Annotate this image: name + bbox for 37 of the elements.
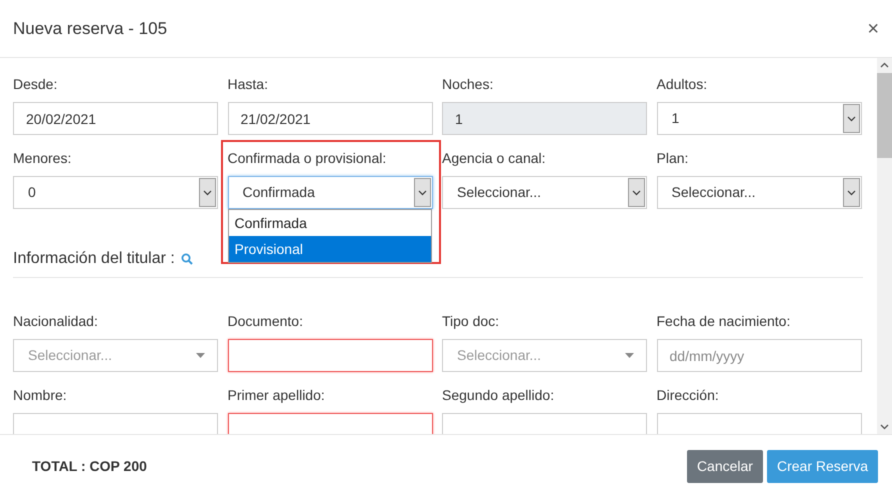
total-text: TOTAL : COP 200 (32, 456, 147, 476)
select-field[interactable]: 0 (13, 176, 218, 209)
field-label: Fecha de nacimiento: (656, 312, 792, 331)
input-field[interactable]: dd/mm/yyyy (656, 339, 862, 372)
caret-icon (196, 353, 205, 358)
caret-icon (625, 353, 634, 358)
field-label: Menores: (13, 149, 72, 168)
field-label: Hasta: (228, 75, 269, 94)
field-label: Adultos: (656, 75, 708, 94)
search-icon[interactable] (180, 253, 193, 265)
input-field[interactable] (228, 339, 432, 372)
scroll-thumb[interactable] (877, 73, 892, 158)
cancel-button[interactable]: Cancelar (686, 450, 763, 482)
select-field[interactable]: Confirmada (228, 176, 432, 209)
field-label: Agencia o canal: (442, 149, 547, 168)
field-label: Documento: (228, 312, 304, 331)
input-field[interactable]: 20/02/2021 (13, 102, 218, 135)
section-title: Información del titular : (13, 249, 175, 269)
field-label: Plan: (656, 149, 690, 168)
field-label: Desde: (13, 75, 58, 94)
select-field[interactable]: 1 (656, 102, 862, 135)
field-label: Segundo apellido: (442, 386, 556, 405)
input-field[interactable]: 21/02/2021 (228, 102, 432, 135)
select-field[interactable]: Seleccionar... (442, 176, 647, 209)
close-button[interactable]: × (867, 18, 879, 38)
scrollbar[interactable] (877, 58, 892, 434)
field-label: Noches: (442, 75, 494, 94)
dropdown-option[interactable]: Provisional (228, 236, 430, 262)
field-label: Confirmada o provisional: (228, 149, 388, 168)
field-label: Tipo doc: (442, 312, 500, 331)
field-label: Primer apellido: (228, 386, 326, 405)
field-label: Nacionalidad: (13, 312, 99, 331)
field-label: Nombre: (13, 386, 68, 405)
dropdown-option[interactable]: Confirmada (228, 210, 430, 236)
dialog-title: Nueva reserva - 105 (13, 18, 168, 40)
select-field[interactable]: Seleccionar... (656, 176, 862, 209)
field-label: Dirección: (656, 386, 720, 405)
